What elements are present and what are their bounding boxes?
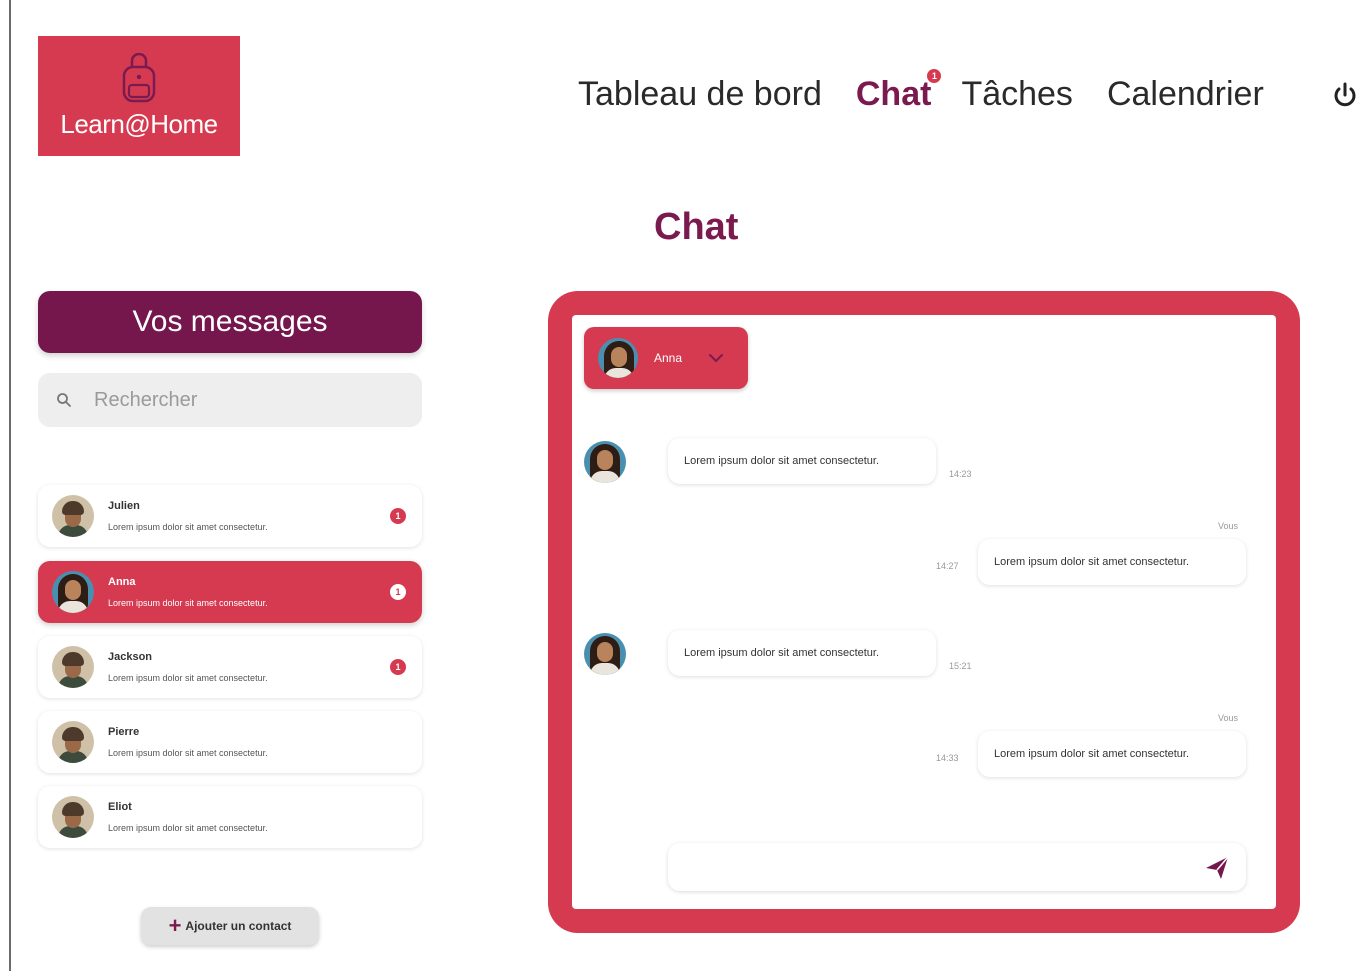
- contact-item-jackson[interactable]: Jackson Lorem ipsum dolor sit amet conse…: [38, 636, 422, 698]
- contact-name: Anna: [108, 576, 136, 588]
- search-input[interactable]: [92, 387, 396, 413]
- message-avatar: [584, 633, 626, 675]
- contact-name: Jackson: [108, 651, 153, 663]
- notification-badge: 1: [927, 68, 942, 83]
- add-contact-label: Ajouter un contact: [185, 919, 292, 933]
- contact-preview: Lorem ipsum dolor sit amet consectetur.: [108, 598, 268, 608]
- chevron-down-icon: [709, 354, 724, 363]
- contact-preview: Lorem ipsum dolor sit amet consectetur.: [108, 748, 268, 758]
- contact-item-anna[interactable]: Anna Lorem ipsum dolor sit amet consecte…: [38, 561, 422, 623]
- unread-badge: 1: [390, 508, 406, 524]
- message-sender-label: Vous: [1218, 713, 1239, 723]
- messages-header: Vos messages: [38, 291, 422, 353]
- message-time: 15:21: [949, 661, 972, 671]
- brand-name: Learn@Home: [60, 108, 218, 139]
- brand-logo[interactable]: Learn@Home: [38, 36, 240, 156]
- chat-panel: Anna Lorem ipsum dolor sit amet consecte…: [548, 291, 1300, 933]
- message-time: 14:33: [936, 753, 959, 763]
- nav-item-taches[interactable]: Tâches: [961, 75, 1073, 114]
- avatar: [52, 721, 94, 763]
- message-bubble-outgoing: Lorem ipsum dolor sit amet consectetur.: [978, 731, 1246, 777]
- contact-name: Pierre: [108, 726, 140, 738]
- search-icon: [57, 393, 71, 407]
- contact-item-eliot[interactable]: Eliot Lorem ipsum dolor sit amet consect…: [38, 786, 422, 848]
- add-contact-button[interactable]: + Ajouter un contact: [141, 907, 319, 945]
- nav-item-calendrier[interactable]: Calendrier: [1107, 75, 1264, 114]
- message-time: 14:27: [936, 561, 959, 571]
- contact-name: Julien: [108, 500, 140, 512]
- message-avatar: [584, 441, 626, 483]
- backpack-icon: [122, 52, 156, 102]
- message-time: 14:23: [949, 469, 972, 479]
- message-sender-label: Vous: [1218, 521, 1239, 531]
- message-input[interactable]: [684, 858, 1202, 876]
- plus-icon: +: [168, 913, 182, 938]
- avatar: [52, 495, 94, 537]
- nav-item-chat[interactable]: Chat 1: [855, 68, 942, 114]
- page-title: Chat: [654, 206, 739, 248]
- power-icon[interactable]: [1330, 80, 1360, 110]
- chat-contact-name: Anna: [654, 351, 683, 365]
- contact-item-pierre[interactable]: Pierre Lorem ipsum dolor sit amet consec…: [38, 711, 422, 773]
- message-composer[interactable]: [668, 843, 1246, 891]
- contact-preview: Lorem ipsum dolor sit amet consectetur.: [108, 823, 268, 833]
- contact-preview: Lorem ipsum dolor sit amet consectetur.: [108, 522, 268, 532]
- send-icon[interactable]: [1202, 852, 1232, 882]
- nav-item-chat-label: Chat: [855, 74, 932, 113]
- unread-badge: 1: [390, 659, 406, 675]
- unread-badge: 1: [390, 584, 406, 600]
- contact-name: Eliot: [108, 801, 132, 813]
- avatar: [52, 571, 94, 613]
- chat-messages-area: Anna Lorem ipsum dolor sit amet consecte…: [572, 315, 1276, 909]
- avatar: [52, 796, 94, 838]
- avatar: [598, 338, 638, 378]
- contact-preview: Lorem ipsum dolor sit amet consectetur.: [108, 673, 268, 683]
- message-bubble-outgoing: Lorem ipsum dolor sit amet consectetur.: [978, 539, 1246, 585]
- left-border-line: [9, 0, 11, 971]
- contact-item-julien[interactable]: Julien Lorem ipsum dolor sit amet consec…: [38, 485, 422, 547]
- nav-item-tableau-de-bord[interactable]: Tableau de bord: [578, 75, 822, 114]
- top-nav: Tableau de bord Chat 1 Tâches Calendrier: [578, 68, 1298, 116]
- message-bubble-incoming: Lorem ipsum dolor sit amet consectetur.: [668, 438, 936, 484]
- message-bubble-incoming: Lorem ipsum dolor sit amet consectetur.: [668, 630, 936, 676]
- avatar: [52, 646, 94, 688]
- chat-contact-selector[interactable]: Anna: [584, 327, 748, 389]
- search-bar[interactable]: [38, 373, 422, 427]
